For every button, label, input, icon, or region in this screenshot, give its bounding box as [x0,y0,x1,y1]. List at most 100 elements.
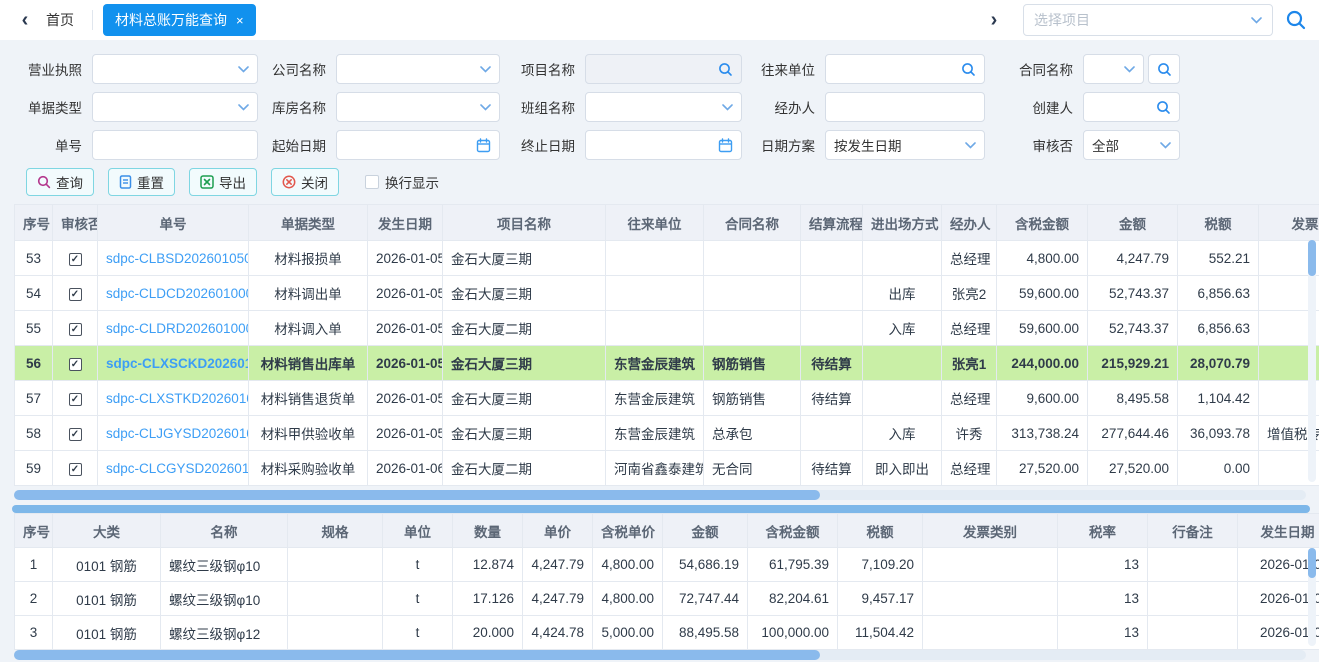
cell-counterparty: 东营金辰建筑 [606,381,704,416]
doc-no-link[interactable]: sdpc-CLBSD2026010500 [106,251,249,266]
col-header-amount: 金额 [663,514,748,548]
tab-material-ledger-query[interactable]: 材料总账万能查询 × [103,4,256,36]
cell-doc-type: 材料采购验收单 [249,451,368,486]
cell-contract: 钢筋销售 [704,381,801,416]
creator-input[interactable] [1083,92,1180,122]
col-header-unit: 单位 [383,514,453,548]
row-audit-checkbox[interactable]: ✓ [69,393,82,406]
table-row[interactable]: 58✓sdpc-CLJGYSD20260105材料甲供验收单2026-01-05… [15,416,1319,451]
cell-tax-incl-price: 4,800.00 [593,582,663,616]
cell-doc-type: 材料甲供验收单 [249,416,368,451]
cell-seq: 1 [15,548,53,582]
col-header-doc-no: 单号 [98,205,249,241]
row-audit-checkbox[interactable]: ✓ [69,358,82,371]
close-tab-icon[interactable]: × [236,14,244,27]
back-chevron-icon[interactable]: ‹ [12,10,38,30]
warehouse-name-select[interactable] [336,92,500,122]
chevron-down-icon [965,142,976,149]
end-date-label: 终止日期 [500,135,585,155]
search-icon[interactable] [961,62,976,77]
doc-type-select[interactable] [92,92,258,122]
contract-search-button[interactable] [1148,54,1180,84]
reset-button[interactable]: 重置 [108,168,175,196]
cell-project: 金石大厦三期 [443,276,606,311]
table-row[interactable]: 10101 钢筋螺纹三级钢φ10t12.8744,247.794,800.005… [15,548,1319,582]
doc-no-link[interactable]: sdpc-CLDCD2026010000 [106,286,249,301]
cell-occur-date: 2026-01-06 [368,451,443,486]
table-row[interactable]: 30101 钢筋螺纹三级钢φ12t20.0004,424.785,000.008… [15,616,1319,650]
cell-doc-no: sdpc-CLXSTKD20260105 [98,381,249,416]
cell-tax: 9,457.17 [838,582,923,616]
counterparty-input[interactable] [825,54,985,84]
table-row[interactable]: 57✓sdpc-CLXSTKD20260105材料销售退货单2026-01-05… [15,381,1319,416]
project-select[interactable]: 选择项目 [1023,4,1273,36]
home-tab[interactable]: 首页 [46,10,74,30]
col-header-tax: 税额 [838,514,923,548]
cell-unit: t [383,548,453,582]
contract-name-select[interactable] [1083,54,1144,84]
cell-contract: 无合同 [704,451,801,486]
doc-no-link[interactable]: sdpc-CLDRD2026010000 [106,321,249,336]
scrollbar-thumb[interactable] [1308,240,1316,276]
cell-tax: 6,856.63 [1178,311,1259,346]
project-name-input[interactable] [585,54,742,84]
handler-input[interactable] [825,92,985,122]
cell-audit: ✓ [53,311,98,346]
cell-handler: 总经理 [942,311,997,346]
team-name-select[interactable] [585,92,742,122]
scrollbar-thumb[interactable] [14,650,820,660]
close-button[interactable]: 关闭 [271,168,339,196]
grid-splitter[interactable] [12,505,1310,513]
cell-seq: 59 [15,451,53,486]
cell-tax-incl-amt: 27,520.00 [997,451,1088,486]
cell-tax-incl-amt: 244,000.00 [997,346,1088,381]
cell-occur-date: 2026-01-05 [368,381,443,416]
doc-no-link[interactable]: sdpc-CLCGYSD20260106 [106,461,249,476]
doc-no-link[interactable]: sdpc-CLJGYSD20260105 [106,426,249,441]
cell-tax-incl-amt: 9,600.00 [997,381,1088,416]
cell-counterparty: 河南省鑫泰建筑 [606,451,704,486]
start-date-input[interactable] [336,130,500,160]
row-audit-checkbox[interactable]: ✓ [69,253,82,266]
cell-tax-incl-amt: 59,600.00 [997,311,1088,346]
cell-occur-date: 2026-01-05 [368,276,443,311]
row-audit-checkbox[interactable]: ✓ [69,463,82,476]
table-row[interactable]: 55✓sdpc-CLDRD2026010000材料调入单2026-01-05金石… [15,311,1319,346]
row-audit-checkbox[interactable]: ✓ [69,288,82,301]
table-row[interactable]: 59 ✓ sdpc-CLCGYSD20260106材料采购验收单2026-01-06… [15,451,1319,486]
cell-seq: 56 [15,346,53,381]
date-scheme-select[interactable]: 按发生日期 [825,130,985,160]
table-row[interactable]: 54✓sdpc-CLDCD2026010000材料调出单2026-01-05金石… [15,276,1319,311]
query-button[interactable]: 查询 [26,168,94,196]
search-icon[interactable] [1156,100,1171,115]
end-date-input[interactable] [585,130,742,160]
cell-project: 金石大厦二期 [443,311,606,346]
search-icon[interactable] [718,62,733,77]
table-row[interactable]: 53✓sdpc-CLBSD2026010500材料报损单2026-01-05金石… [15,241,1319,276]
chevron-down-icon [1124,66,1135,73]
scrollbar-thumb[interactable] [1308,548,1316,578]
cell-tax: 36,093.78 [1178,416,1259,451]
cell-doc-type: 材料报损单 [249,241,368,276]
cell-doc-no: sdpc-CLJGYSD20260105 [98,416,249,451]
row-audit-checkbox[interactable]: ✓ [69,428,82,441]
table-row[interactable]: 56✓sdpc-CLXSCKD20260105材料销售出库单2026-01-05… [15,346,1319,381]
wrap-display-checkbox[interactable] [365,175,379,189]
scrollbar-thumb[interactable] [14,490,820,500]
doc-no-link[interactable]: sdpc-CLXSCKD20260105 [106,356,249,371]
cell-inout-mode [863,241,942,276]
col-header-tax-incl-amt: 含税金额 [997,205,1088,241]
table-row[interactable]: 20101 钢筋螺纹三级钢φ10t17.1264,247.794,800.007… [15,582,1319,616]
company-name-select[interactable] [336,54,500,84]
row-audit-checkbox[interactable]: ✓ [69,323,82,336]
cell-inout-mode [863,381,942,416]
doc-no-link[interactable]: sdpc-CLXSTKD20260105 [106,391,249,406]
start-date-label: 起始日期 [258,135,336,155]
forward-chevron-icon[interactable]: › [981,10,1007,30]
doc-no-input[interactable] [92,130,258,160]
business-license-select[interactable] [92,54,258,84]
col-header-handler: 经办人 [942,205,997,241]
audit-flag-select[interactable]: 全部 [1083,130,1180,160]
project-search-icon[interactable] [1285,9,1307,31]
export-button[interactable]: 导出 [189,168,257,196]
